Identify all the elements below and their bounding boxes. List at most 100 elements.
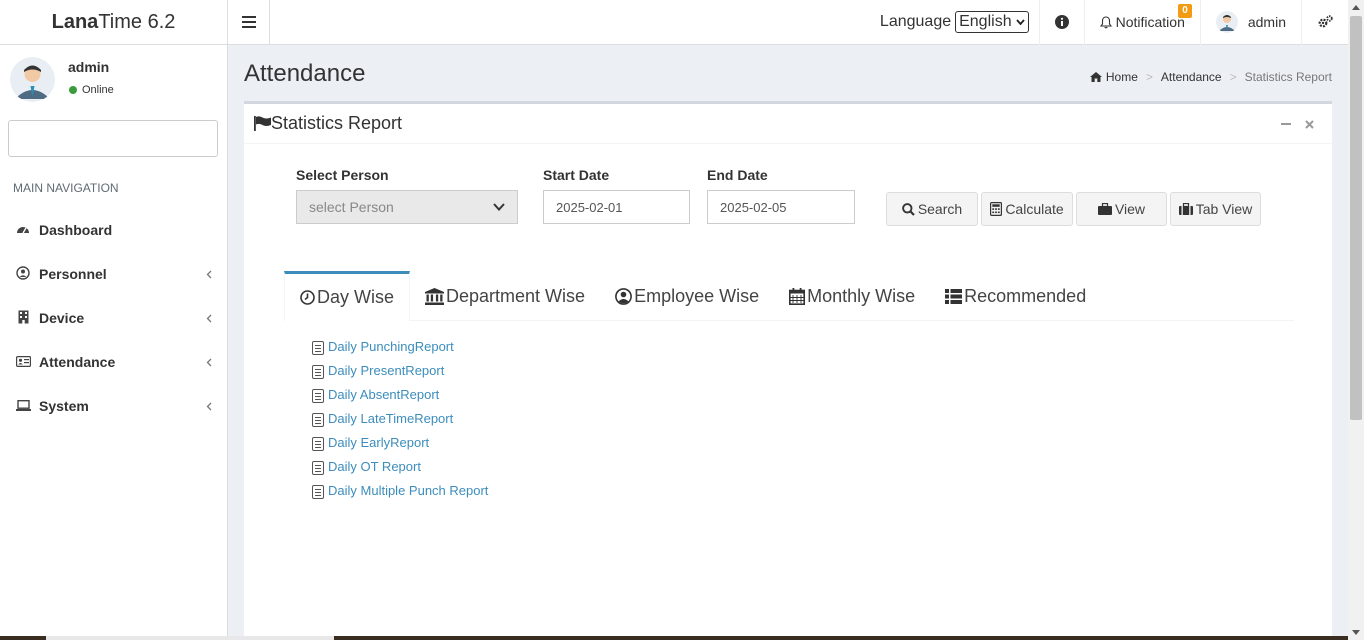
report-link-daily-present[interactable]: Daily PresentReport (312, 358, 488, 382)
report-link-label: Daily PresentReport (328, 362, 445, 378)
settings-button[interactable] (1301, 0, 1348, 45)
chevron-left-icon (206, 267, 212, 282)
sidebar-item-dashboard[interactable]: Dashboard (0, 208, 227, 252)
start-date-label: Start Date (543, 167, 610, 183)
bell-icon (1099, 15, 1112, 28)
info-icon (1054, 15, 1069, 29)
info-button[interactable] (1038, 0, 1084, 45)
report-link-daily-ot[interactable]: Daily OT Report (312, 454, 488, 478)
notification-badge: 0 (1178, 3, 1192, 18)
sidebar-item-label: Dashboard (39, 222, 113, 238)
notification-button[interactable]: Notification 0 (1083, 0, 1200, 45)
calendar-icon (789, 287, 806, 305)
report-link-daily-multiple-punch[interactable]: Daily Multiple Punch Report (312, 478, 488, 502)
list-icon (945, 288, 963, 304)
report-link-daily-late-time[interactable]: Daily LateTimeReport (312, 406, 488, 430)
end-date-label: End Date (707, 167, 768, 183)
tab-view-button[interactable]: Tab View (1170, 192, 1261, 226)
tab-monthly-wise[interactable]: Monthly Wise (774, 271, 930, 321)
document-icon (312, 412, 324, 427)
sidebar-item-label: Personnel (39, 266, 107, 282)
box-title: Statistics Report (254, 113, 402, 134)
sidebar-item-label: Attendance (39, 354, 116, 370)
user-icon (15, 265, 31, 283)
breadcrumb-home[interactable]: Home (1089, 70, 1138, 84)
document-icon (312, 484, 324, 499)
report-link-label: Daily AbsentReport (328, 386, 440, 402)
close-button[interactable] (1305, 116, 1314, 132)
view-label: View (1114, 201, 1146, 217)
minimize-button[interactable] (1281, 116, 1291, 132)
start-date-group: Start Date 2025-02-01 (543, 167, 690, 224)
clock-icon (300, 290, 315, 305)
report-link-label: Daily PunchingReport (328, 338, 454, 354)
report-link-label: Daily LateTimeReport (328, 410, 454, 426)
end-date-input[interactable]: 2025-02-05 (707, 190, 855, 224)
report-link-daily-punching[interactable]: Daily PunchingReport (312, 334, 488, 358)
calculate-button[interactable]: Calculate (981, 192, 1073, 226)
chevron-left-icon (206, 311, 212, 326)
sidebar-item-label: System (39, 398, 89, 414)
language-label: Language (879, 13, 952, 30)
report-link-daily-absent[interactable]: Daily AbsentReport (312, 382, 488, 406)
language-select[interactable]: English (955, 11, 1029, 33)
select-person-placeholder: select Person (309, 199, 394, 215)
sidebar-item-attendance[interactable]: Attendance (0, 340, 227, 384)
search-button[interactable]: Search (886, 192, 978, 226)
scroll-down-arrow-icon[interactable] (1352, 630, 1360, 635)
document-icon (312, 436, 324, 451)
report-link-label: Daily OT Report (328, 458, 421, 474)
hamburger-icon (241, 16, 256, 28)
view-button[interactable]: View (1076, 192, 1167, 226)
tab-view-label: Tab View (1195, 201, 1253, 217)
tab-label: Recommended (964, 285, 1087, 306)
scroll-up-arrow-icon[interactable] (1352, 5, 1360, 10)
sidebar-search-input[interactable] (8, 120, 218, 157)
action-buttons: Search Calculate View Tab View (886, 192, 1261, 226)
flag-icon (254, 116, 271, 131)
sidebar-item-personnel[interactable]: Personnel (0, 252, 227, 296)
tab-recommended[interactable]: Recommended (930, 271, 1101, 321)
tab-employee-wise[interactable]: Employee Wise (600, 271, 774, 321)
search-label: Search (917, 201, 963, 217)
document-icon (312, 460, 324, 475)
horizontal-scrollbar[interactable] (0, 636, 1348, 640)
tab-day-wise[interactable]: Day Wise (284, 271, 411, 321)
language-value: English (959, 13, 1012, 30)
vertical-scrollbar[interactable] (1348, 0, 1364, 640)
calculator-icon (990, 202, 1003, 216)
sidebar-item-device[interactable]: Device (0, 296, 227, 340)
horizontal-scrollbar-thumb[interactable] (46, 636, 334, 640)
logo-rest: Time 6.2 (98, 10, 176, 33)
breadcrumb-attendance[interactable]: Attendance (1161, 70, 1222, 84)
avatar (10, 57, 55, 102)
sidebar: admin Online MAIN NAVIGATION Dashboard P… (0, 45, 228, 640)
search-icon (901, 202, 915, 216)
scrollbar-thumb[interactable] (1350, 16, 1362, 420)
building-icon (15, 310, 31, 327)
user-panel: admin Online (0, 45, 227, 105)
user-menu[interactable]: admin (1199, 0, 1301, 45)
tab-department-wise[interactable]: Department Wise (410, 271, 600, 321)
chevron-left-icon (206, 399, 212, 414)
filter-form: Select Person select Person Start Date 2… (296, 167, 855, 224)
start-date-input[interactable]: 2025-02-01 (543, 190, 690, 224)
id-card-icon (15, 355, 31, 370)
gears-icon (1318, 15, 1333, 28)
document-icon (312, 388, 324, 403)
header-user-name: admin (1247, 14, 1286, 30)
document-icon (312, 340, 324, 355)
app-logo[interactable]: Lana Time 6.2 (0, 0, 228, 45)
statistics-report-box: Statistics Report Select Person select P… (244, 101, 1332, 640)
sidebar-item-system[interactable]: System (0, 384, 227, 428)
bank-icon (425, 287, 445, 305)
calculate-label: Calculate (1005, 201, 1064, 217)
box-title-text: Statistics Report (271, 113, 403, 133)
select-person-group: Select Person select Person (296, 167, 518, 224)
user-circle-icon (615, 287, 632, 305)
laptop-icon (15, 399, 31, 414)
sidebar-toggle-button[interactable] (228, 0, 270, 45)
end-date-group: End Date 2025-02-05 (707, 167, 855, 224)
report-link-daily-early[interactable]: Daily EarlyReport (312, 430, 488, 454)
select-person-dropdown[interactable]: select Person (296, 190, 518, 224)
